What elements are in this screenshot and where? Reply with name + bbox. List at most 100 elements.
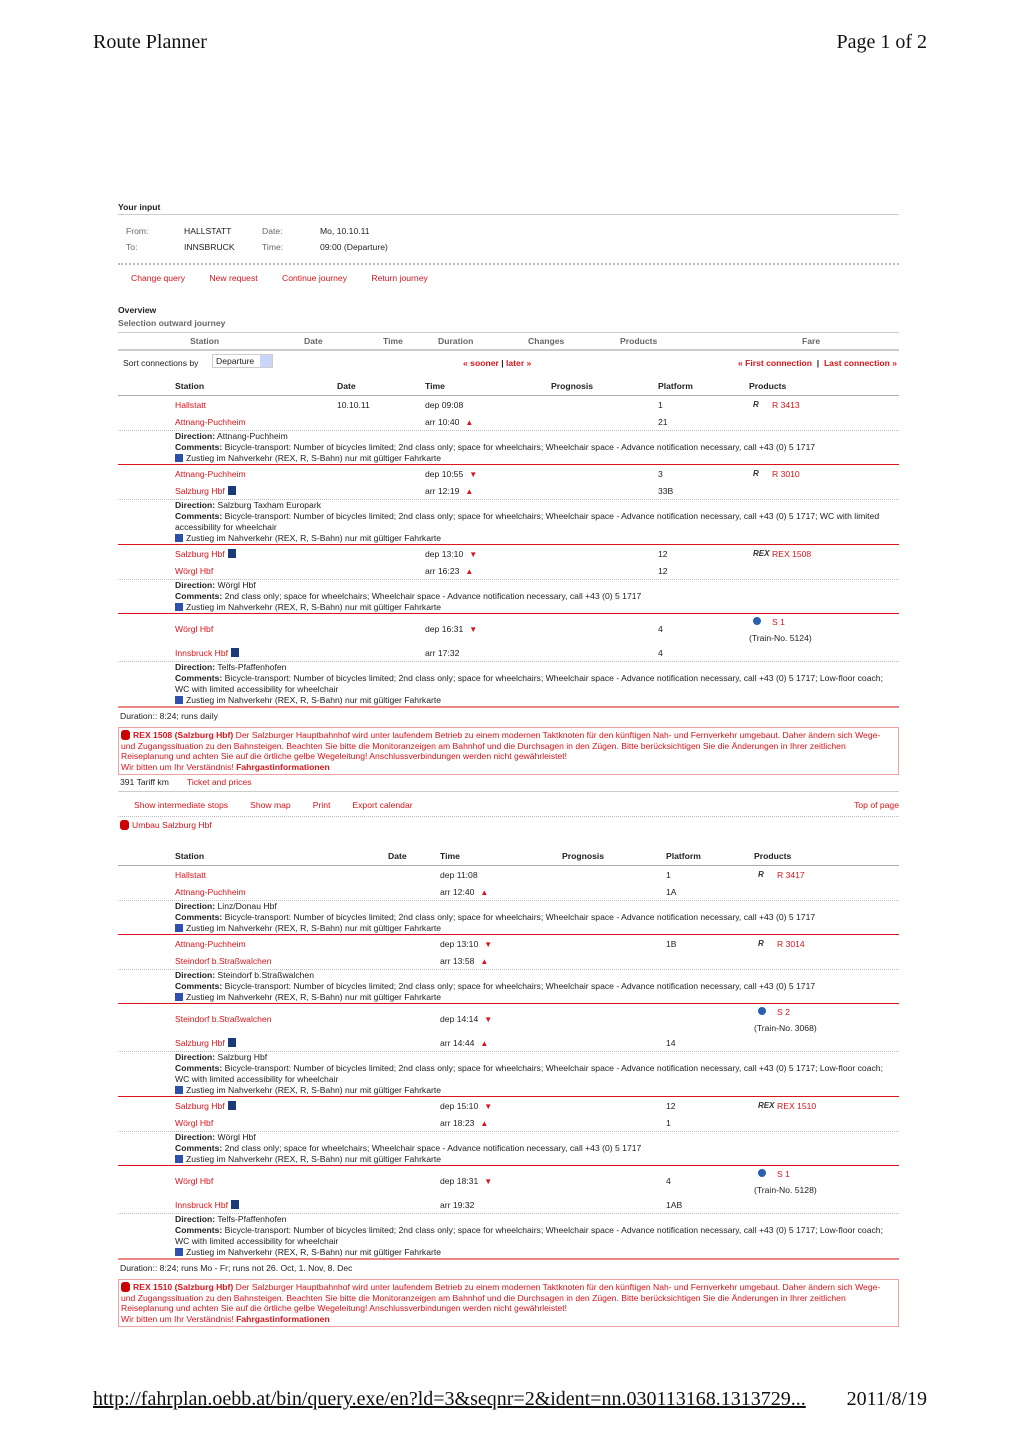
arrival-row: Steindorf b.Straßwalchen arr 13:58 ▲ [118, 952, 899, 970]
zustieg-line: Zustieg im Nahverkehr (REX, R, S-Bahn) n… [175, 923, 899, 934]
product-link[interactable]: S 1 [777, 1169, 790, 1179]
departure-station-link[interactable]: Wörgl Hbf [175, 1176, 213, 1186]
station-name[interactable]: Salzburg Hbf [175, 1101, 225, 1111]
station-info-icon[interactable] [231, 1200, 240, 1209]
return-journey-link[interactable]: Return journey [371, 273, 427, 283]
time-text: dep 16:31 [425, 624, 464, 634]
station-name[interactable]: Attnang-Puchheim [175, 417, 246, 427]
station-name[interactable]: Attnang-Puchheim [175, 887, 246, 897]
arrival-station-link[interactable]: Salzburg Hbf [175, 486, 236, 496]
direction-line: Direction: Wörgl Hbf [175, 1132, 899, 1143]
departure-station-link[interactable]: Salzburg Hbf [175, 549, 236, 559]
time-value: 09:00 (Departure) [320, 242, 388, 252]
station-info-icon[interactable] [227, 486, 236, 495]
sort-select[interactable]: Departure [212, 354, 274, 368]
departure-station-link[interactable]: Hallstatt [175, 870, 206, 880]
time-text: dep 13:10 [440, 939, 479, 949]
departure-platform: 12 [658, 549, 668, 559]
chevron-down-icon[interactable] [260, 355, 273, 367]
product-link[interactable]: S 1 [772, 617, 785, 627]
ticket-prices-link[interactable]: Ticket and prices [187, 777, 252, 787]
departure-station-link[interactable]: Attnang-Puchheim [175, 469, 246, 479]
station-name[interactable]: Innsbruck Hbf [175, 648, 228, 658]
arrival-time: arr 19:32 [440, 1200, 474, 1210]
departure-row: Wörgl Hbf dep 18:31 ▼ 4 S 1 (Train-No. 5128) [118, 1166, 899, 1196]
export-calendar-link[interactable]: Export calendar [352, 800, 412, 810]
arrival-station-link[interactable]: Attnang-Puchheim [175, 887, 246, 897]
leg-info: Direction: Attnang-Puchheim Comments: Bic… [118, 431, 899, 464]
station-name[interactable]: Attnang-Puchheim [175, 469, 246, 479]
new-request-link[interactable]: New request [209, 273, 257, 283]
to-row: To: INNSBRUCK Time: 09:00 (Departure) [118, 239, 899, 255]
arrival-station-link[interactable]: Attnang-Puchheim [175, 417, 246, 427]
station-name[interactable]: Hallstatt [175, 400, 206, 410]
station-name[interactable]: Salzburg Hbf [175, 549, 225, 559]
show-map-link[interactable]: Show map [250, 800, 291, 810]
time-label: Time: [262, 242, 284, 252]
later-link[interactable]: later » [506, 358, 531, 368]
departure-station-link[interactable]: Wörgl Hbf [175, 624, 213, 634]
arrival-station-link[interactable]: Wörgl Hbf [175, 1118, 213, 1128]
arrival-station-link[interactable]: Innsbruck Hbf [175, 1200, 240, 1210]
col-prognosis: Prognosis [551, 381, 594, 391]
product-link[interactable]: R 3010 [772, 469, 800, 479]
station-name[interactable]: Steindorf b.Straßwalchen [175, 1014, 272, 1024]
arrival-time: arr 13:58 ▲ [440, 956, 488, 966]
fahrgastinfo-link[interactable]: Fahrgastinformationen [236, 1314, 330, 1324]
fahrgastinfo-link[interactable]: Fahrgastinformationen [236, 762, 330, 772]
product-link[interactable]: REX 1508 [772, 549, 811, 559]
zustieg-line: Zustieg im Nahverkehr (REX, R, S-Bahn) n… [175, 1247, 899, 1258]
product-link[interactable]: R 3413 [772, 400, 800, 410]
departure-date: 10.10.11 [337, 400, 370, 410]
station-name[interactable]: Innsbruck Hbf [175, 1200, 228, 1210]
station-name[interactable]: Hallstatt [175, 870, 206, 880]
arrival-platform: 33B [658, 486, 674, 496]
departure-station-link[interactable]: Attnang-Puchheim [175, 939, 246, 949]
last-connection-link[interactable]: Last connection » [824, 358, 897, 368]
station-name[interactable]: Wörgl Hbf [175, 624, 213, 634]
departure-station-link[interactable]: Steindorf b.Straßwalchen [175, 1014, 272, 1024]
print-link[interactable]: Print [313, 800, 331, 810]
direction-value: Steindorf b.Straßwalchen [217, 970, 315, 980]
umbau-link[interactable]: Umbau Salzburg Hbf [132, 820, 212, 830]
direction-label: Direction: [175, 431, 216, 441]
footer-url[interactable]: http://fahrplan.oebb.at/bin/query.exe/en… [93, 1388, 806, 1411]
page-number: Page 1 of 2 [836, 31, 927, 53]
product-link[interactable]: R 3014 [777, 939, 805, 949]
arrival-station-link[interactable]: Steindorf b.Straßwalchen [175, 956, 272, 966]
change-query-link[interactable]: Change query [131, 273, 185, 283]
departure-time: dep 10:55 ▼ [425, 469, 477, 479]
station-name[interactable]: Wörgl Hbf [175, 1176, 213, 1186]
zustieg-text: Zustieg im Nahverkehr (REX, R, S-Bahn) n… [186, 695, 442, 705]
station-info-icon[interactable] [231, 648, 240, 657]
station-info-icon[interactable] [227, 1101, 236, 1110]
station-name[interactable]: Attnang-Puchheim [175, 939, 246, 949]
station-info-icon[interactable] [227, 1038, 236, 1047]
station-name[interactable]: Wörgl Hbf [175, 566, 213, 576]
station-name[interactable]: Steindorf b.Straßwalchen [175, 956, 272, 966]
departure-row: Steindorf b.Straßwalchen dep 14:14 ▼ S 2 (Tr… [118, 1004, 899, 1034]
notice-tail: Wir bitten um Ihr Verständnis! [121, 761, 234, 772]
departure-station-link[interactable]: Hallstatt [175, 400, 206, 410]
product-link[interactable]: R 3417 [777, 870, 805, 880]
show-intermediate-stops-link[interactable]: Show intermediate stops [134, 800, 228, 810]
arrival-station-link[interactable]: Salzburg Hbf [175, 1038, 236, 1048]
your-input-heading: Your input [118, 202, 161, 212]
continue-journey-link[interactable]: Continue journey [282, 273, 347, 283]
direction-label: Direction: [175, 901, 216, 911]
product-link[interactable]: REX 1510 [777, 1101, 816, 1111]
arrival-station-link[interactable]: Innsbruck Hbf [175, 648, 240, 658]
station-info-icon[interactable] [227, 549, 236, 558]
station-name[interactable]: Salzburg Hbf [175, 486, 225, 496]
arrival-marker-icon: ▲ [480, 957, 489, 966]
sooner-link[interactable]: « sooner [463, 358, 499, 368]
top-of-page-link[interactable]: Top of page [854, 800, 899, 810]
station-name[interactable]: Wörgl Hbf [175, 1118, 213, 1128]
arrival-station-link[interactable]: Wörgl Hbf [175, 566, 213, 576]
station-name[interactable]: Salzburg Hbf [175, 1038, 225, 1048]
direction-line: Direction: Telfs-Pfaffenhofen [175, 662, 899, 673]
first-connection-link[interactable]: « First connection [738, 358, 812, 368]
arrival-time: arr 18:23 ▲ [440, 1118, 488, 1128]
departure-station-link[interactable]: Salzburg Hbf [175, 1101, 236, 1111]
product-link[interactable]: S 2 [777, 1007, 790, 1017]
